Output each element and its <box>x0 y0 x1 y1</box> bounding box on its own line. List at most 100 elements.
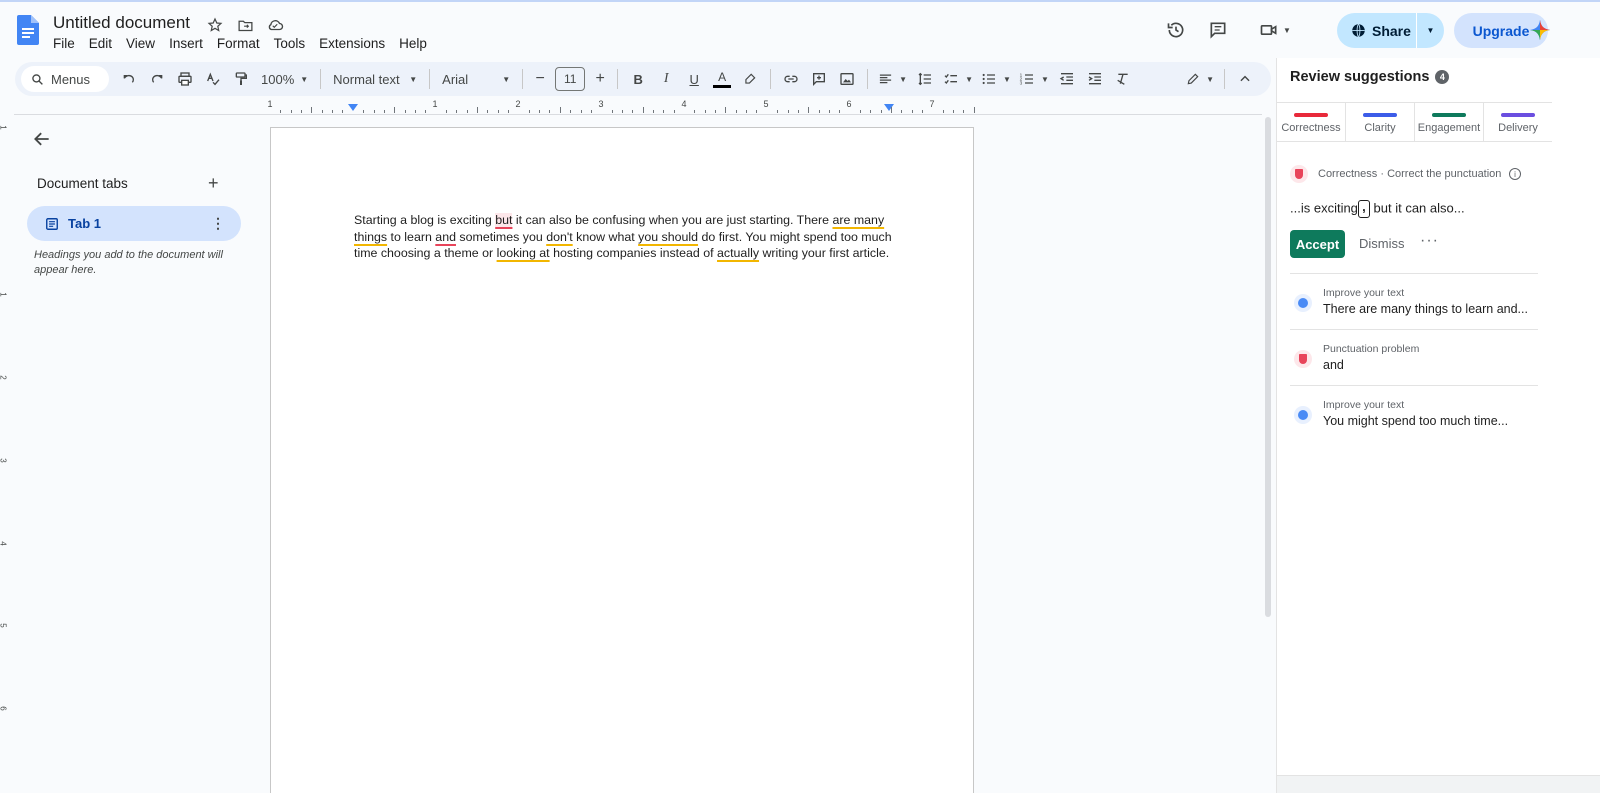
ruler-tick <box>963 110 965 113</box>
error-underline[interactable]: and <box>435 230 456 244</box>
font-select[interactable]: Arial ▼ <box>436 65 516 93</box>
horizontal-ruler[interactable]: 1 1 2 3 4 5 6 7 <box>267 99 975 115</box>
spellcheck-icon[interactable] <box>199 65 227 93</box>
zoom-select[interactable]: 100% ▼ <box>255 65 314 93</box>
ruler-tick <box>373 110 375 113</box>
checklist-select[interactable]: ▼ <box>939 65 977 93</box>
line-spacing-icon[interactable] <box>911 65 939 93</box>
ruler-tick <box>311 107 313 113</box>
share-dropdown[interactable]: ▼ <box>1417 26 1444 35</box>
ruler-tick <box>466 110 468 113</box>
menu-view[interactable]: View <box>126 36 162 51</box>
tab-correctness[interactable]: Correctness <box>1277 103 1346 141</box>
separator <box>867 69 869 89</box>
more-options-icon[interactable]: ⋮ <box>211 215 225 232</box>
tab-label: Engagement <box>1417 122 1481 134</box>
vertical-ruler: 1 1 2 3 4 5 6 <box>0 115 14 793</box>
vruler-mark: 1 <box>0 292 8 296</box>
document-body[interactable]: Starting a blog is exciting but it can a… <box>354 212 899 262</box>
meet-icon[interactable]: ▼ <box>1250 12 1300 48</box>
tab-label: Delivery <box>1498 122 1538 134</box>
italic-icon[interactable]: I <box>652 65 680 93</box>
back-arrow-icon[interactable] <box>32 129 54 151</box>
tab-label: Tab 1 <box>68 216 101 231</box>
ruler-tick <box>632 110 634 113</box>
link-icon[interactable] <box>777 65 805 93</box>
share-label: Share <box>1372 22 1411 39</box>
suggestion-underline[interactable]: looking at <box>497 246 550 260</box>
decrease-indent-icon[interactable] <box>1053 65 1081 93</box>
right-indent-marker[interactable] <box>884 104 894 111</box>
menu-file[interactable]: File <box>53 36 82 51</box>
more-options-button[interactable]: ··· <box>1420 232 1439 250</box>
align-select[interactable]: ▼ <box>874 65 911 93</box>
suggestion-underline[interactable]: don't <box>546 230 572 244</box>
left-indent-marker[interactable] <box>348 104 358 111</box>
accept-button[interactable]: Accept <box>1290 230 1345 258</box>
gemini-icon[interactable] <box>1529 19 1551 41</box>
decrease-font-size-icon[interactable]: − <box>529 65 551 93</box>
insert-image-icon[interactable] <box>833 65 861 93</box>
share-button[interactable]: Share ▼ <box>1337 13 1444 48</box>
suggestion-underline[interactable]: actually <box>717 246 759 260</box>
cloud-status-icon[interactable] <box>265 15 285 35</box>
separator <box>522 69 524 89</box>
sidebar-item-tab-1[interactable]: Tab 1 ⋮ <box>27 206 241 241</box>
docs-logo-icon[interactable] <box>17 15 39 45</box>
delivery-bar <box>1501 113 1535 117</box>
menus-search[interactable]: Menus <box>21 66 109 92</box>
underline-icon[interactable]: U <box>680 65 708 93</box>
separator <box>617 69 619 89</box>
error-underline[interactable]: but <box>495 213 513 227</box>
panel-title: Review suggestions 4 <box>1290 69 1450 85</box>
font-size-input[interactable]: 11 <box>555 67 586 91</box>
add-comment-icon[interactable] <box>805 65 833 93</box>
suggestion-category: Improve your text <box>1323 399 1405 411</box>
tab-clarity[interactable]: Clarity <box>1346 103 1415 141</box>
bold-icon[interactable]: B <box>624 65 652 93</box>
editing-mode-select[interactable]: ▼ <box>1182 65 1218 93</box>
star-icon[interactable] <box>205 15 225 35</box>
dismiss-button[interactable]: Dismiss <box>1359 236 1405 251</box>
ruler-tick <box>673 110 675 113</box>
suggestion-item[interactable]: Improve your text You might spend too mu… <box>1290 385 1538 441</box>
ruler-tick <box>880 110 882 113</box>
menu-format[interactable]: Format <box>217 36 267 51</box>
paint-format-icon[interactable] <box>227 65 255 93</box>
add-tab-icon[interactable]: + <box>208 173 219 194</box>
clear-formatting-icon[interactable] <box>1109 65 1137 93</box>
increase-indent-icon[interactable] <box>1081 65 1109 93</box>
suggestion-item[interactable]: Improve your text There are many things … <box>1290 273 1538 329</box>
tab-engagement[interactable]: Engagement <box>1415 103 1484 141</box>
highlight-icon[interactable] <box>736 65 764 93</box>
bulleted-list-select[interactable]: ▼ <box>977 65 1015 93</box>
numbered-list-select[interactable]: 1 2 3 ▼ <box>1015 65 1053 93</box>
text-color-icon[interactable]: A <box>708 65 736 93</box>
ruler-tick <box>321 110 323 113</box>
font-value: Arial <box>442 71 469 87</box>
preview-after: but it can also... <box>1369 200 1465 216</box>
undo-icon[interactable] <box>115 65 143 93</box>
ruler-tick <box>911 110 913 113</box>
collapse-menus-icon[interactable] <box>1231 65 1259 93</box>
document-title[interactable]: Untitled document <box>53 13 190 33</box>
menu-insert[interactable]: Insert <box>169 36 210 51</box>
document-scrollbar[interactable] <box>1265 117 1271 617</box>
print-icon[interactable] <box>171 65 199 93</box>
info-icon[interactable]: i <box>1509 168 1521 180</box>
version-history-icon[interactable] <box>1158 12 1194 48</box>
comments-icon[interactable] <box>1200 12 1236 48</box>
document-page[interactable]: Starting a blog is exciting but it can a… <box>270 127 974 793</box>
move-folder-icon[interactable] <box>235 15 255 35</box>
menu-edit[interactable]: Edit <box>89 36 119 51</box>
suggestion-underline[interactable]: you should <box>638 230 698 244</box>
share-main[interactable]: Share <box>1337 13 1417 48</box>
suggestion-item[interactable]: Punctuation problem and <box>1290 329 1538 385</box>
increase-font-size-icon[interactable]: + <box>589 65 611 93</box>
menu-tools[interactable]: Tools <box>274 36 313 51</box>
menu-extensions[interactable]: Extensions <box>319 36 392 51</box>
style-select[interactable]: Normal text ▼ <box>327 65 423 93</box>
redo-icon[interactable] <box>143 65 171 93</box>
tab-delivery[interactable]: Delivery <box>1484 103 1552 141</box>
menu-help[interactable]: Help <box>399 36 434 51</box>
